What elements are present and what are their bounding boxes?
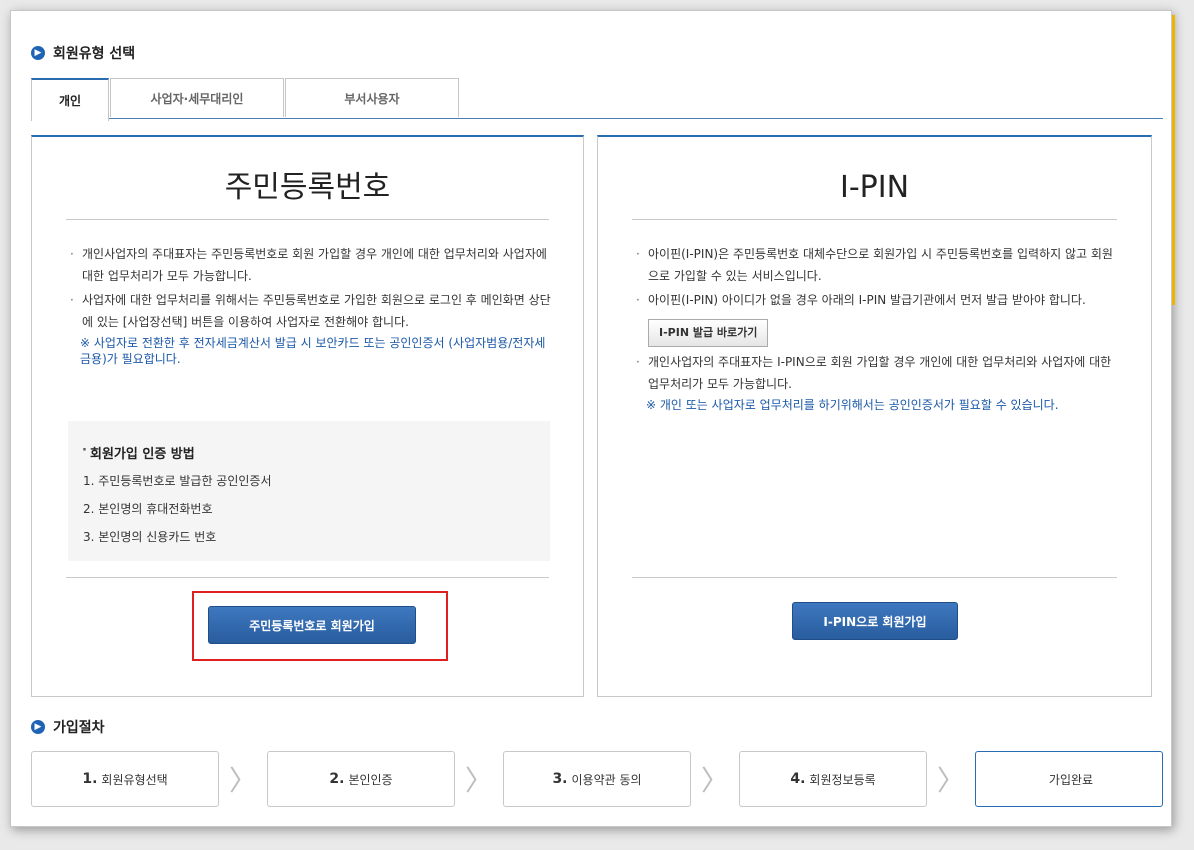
chevron-right-icon: 〉 bbox=[228, 764, 257, 797]
auth-method-item: 3. 본인명의 신용카드 번호 bbox=[83, 530, 217, 544]
signup-steps: 1. 회원유형선택 〉 2. 본인인증 〉 3. 이용약관 동의 〉 4. 회원정보등록… bbox=[31, 751, 1163, 807]
info-item: 아이핀(I-PIN) 아이디가 없을 경우 아래의 I-PIN 발급기관에서 먼… bbox=[634, 289, 1123, 311]
resident-number-title: 주민등록번호 bbox=[66, 157, 549, 220]
step-5: 가입완료 bbox=[975, 751, 1163, 807]
info-note: ※ 사업자로 전환한 후 전자세금계산서 발급 시 보안카드 또는 공인인증서 … bbox=[80, 336, 546, 366]
info-item: 사업자에 대한 업무처리를 위해서는 주민등록번호로 가입한 회원으로 로그인 … bbox=[68, 289, 555, 333]
step-label: 본인인증 bbox=[348, 772, 393, 787]
auth-method-item: 2. 본인명의 휴대전화번호 bbox=[83, 502, 213, 516]
auth-methods-box: 회원가입 인증 방법 1. 주민등록번호로 발급한 공인인증서 2. 본인명의 … bbox=[68, 421, 550, 561]
member-type-tabs: 개인 사업자·세무대리인 부서사용자 bbox=[31, 78, 460, 121]
auth-methods-title: 회원가입 인증 방법 bbox=[82, 443, 550, 462]
process-title: ▶ 가입절차 bbox=[31, 717, 105, 737]
ipin-panel: I-PIN 아이핀(I-PIN)은 주민등록번호 대체수단으로 회원가입 시 주… bbox=[597, 135, 1152, 697]
arrow-circle-icon: ▶ bbox=[31, 46, 45, 60]
member-type-title: ▶ 회원유형 선택 bbox=[31, 43, 135, 63]
process-title-text: 가입절차 bbox=[53, 720, 105, 736]
resident-number-info: 개인사업자의 주대표자는 주민등록번호로 회원 가입할 경우 개인에 대한 업무… bbox=[68, 243, 555, 367]
divider bbox=[632, 577, 1117, 578]
step-number: 2. bbox=[329, 771, 345, 787]
step-4: 4. 회원정보등록 bbox=[739, 751, 927, 807]
step-label: 회원정보등록 bbox=[809, 772, 876, 787]
ipin-signup-button[interactable]: I-PIN으로 회원가입 bbox=[792, 602, 958, 640]
ipin-title: I-PIN bbox=[632, 157, 1117, 220]
signup-window: ▶ 회원유형 선택 개인 사업자·세무대리인 부서사용자 주민등록번호 개인사업… bbox=[10, 10, 1175, 827]
info-item: 아이핀(I-PIN)은 주민등록번호 대체수단으로 회원가입 시 주민등록번호를… bbox=[634, 243, 1123, 287]
auth-method-item: 1. 주민등록번호로 발급한 공인인증서 bbox=[83, 474, 272, 488]
member-type-title-text: 회원유형 선택 bbox=[53, 46, 136, 62]
chevron-right-icon: 〉 bbox=[700, 764, 729, 797]
step-number: 4. bbox=[790, 771, 806, 787]
step-3: 3. 이용약관 동의 bbox=[503, 751, 691, 807]
step-label: 가입완료 bbox=[1048, 772, 1094, 787]
step-2: 2. 본인인증 bbox=[267, 751, 455, 807]
step-label: 회원유형선택 bbox=[101, 772, 168, 787]
ipin-issue-button[interactable]: I-PIN 발급 바로가기 bbox=[648, 319, 769, 347]
tab-department-user[interactable]: 부서사용자 bbox=[285, 78, 459, 117]
chevron-right-icon: 〉 bbox=[464, 764, 493, 797]
info-item: 개인사업자의 주대표자는 주민등록번호로 회원 가입할 경우 개인에 대한 업무… bbox=[68, 243, 555, 287]
info-note: ※ 개인 또는 사업자로 업무처리를 하기위해서는 공인인증서가 필요할 수 있… bbox=[646, 398, 1059, 412]
arrow-circle-icon: ▶ bbox=[31, 720, 45, 734]
resident-signup-button[interactable]: 주민등록번호로 회원가입 bbox=[208, 606, 416, 644]
ipin-info: 아이핀(I-PIN)은 주민등록번호 대체수단으로 회원가입 시 주민등록번호를… bbox=[634, 243, 1123, 413]
step-1: 1. 회원유형선택 bbox=[31, 751, 219, 807]
tab-business[interactable]: 사업자·세무대리인 bbox=[110, 78, 284, 117]
tab-underline bbox=[31, 118, 1163, 119]
resident-number-panel: 주민등록번호 개인사업자의 주대표자는 주민등록번호로 회원 가입할 경우 개인… bbox=[31, 135, 584, 697]
step-number: 1. bbox=[82, 771, 98, 787]
step-label: 이용약관 동의 bbox=[571, 772, 642, 787]
chevron-right-icon: 〉 bbox=[936, 764, 965, 797]
tab-individual[interactable]: 개인 bbox=[31, 78, 109, 121]
divider bbox=[66, 577, 549, 578]
info-item: 개인사업자의 주대표자는 I-PIN으로 회원 가입할 경우 개인에 대한 업무… bbox=[634, 351, 1123, 395]
step-number: 3. bbox=[552, 771, 568, 787]
